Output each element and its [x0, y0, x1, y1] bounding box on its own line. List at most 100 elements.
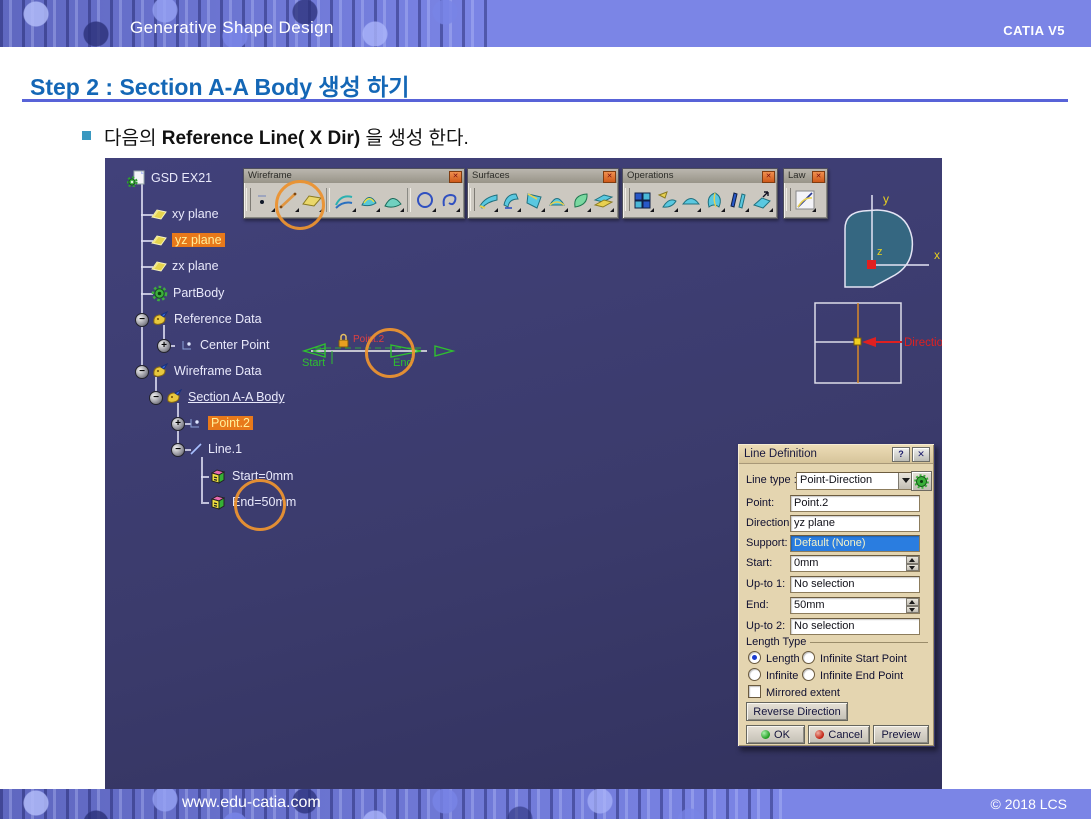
- footer-site-link[interactable]: www.edu-catia.com: [182, 794, 321, 812]
- toolbar-grip[interactable]: [470, 188, 475, 211]
- start-label: Start: [302, 357, 325, 369]
- tree-item-yz-plane[interactable]: yz plane: [151, 231, 225, 249]
- tree-item-root[interactable]: GSD EX21: [127, 169, 212, 187]
- toolbar-titlebar[interactable]: Law ✕: [784, 169, 827, 183]
- boundary-icon[interactable]: [702, 187, 726, 213]
- toolbar-titlebar[interactable]: Surfaces ✕: [468, 169, 618, 183]
- reflect-line-icon[interactable]: [381, 187, 405, 213]
- annotation-circle-end-50mm: [234, 479, 286, 531]
- radio-length[interactable]: Length: [748, 651, 800, 665]
- mirrored-extent-checkbox[interactable]: Mirrored extent: [748, 685, 840, 699]
- upto2-field[interactable]: No selection: [790, 618, 920, 635]
- spinner-up-icon[interactable]: [906, 598, 919, 606]
- tree-item-point2[interactable]: Point.2: [189, 414, 253, 432]
- preview-button[interactable]: Preview: [873, 725, 929, 744]
- helix-icon[interactable]: [437, 187, 461, 213]
- radio-selected-icon[interactable]: [748, 651, 761, 664]
- tree-item-zx-plane[interactable]: zx plane: [151, 257, 219, 275]
- tree-collapse-handle[interactable]: −: [149, 391, 163, 405]
- symmetry-icon[interactable]: [726, 187, 750, 213]
- tree-collapse-handle[interactable]: −: [171, 443, 185, 457]
- title-underline: [22, 99, 1068, 102]
- direction-label: Direction:: [746, 517, 792, 529]
- support-field[interactable]: Default (None): [790, 535, 920, 552]
- tree-item-wireframe-data[interactable]: Wireframe Data: [151, 362, 262, 380]
- annotation-circle-end-arrow: [365, 328, 415, 378]
- toolbar-law[interactable]: Law ✕: [783, 168, 828, 219]
- partbody-gear-icon: [151, 285, 168, 302]
- tree-item-partbody[interactable]: PartBody: [151, 284, 224, 302]
- direction-field[interactable]: yz plane: [790, 515, 920, 532]
- cancel-button[interactable]: Cancel: [808, 725, 870, 744]
- start-field[interactable]: 0mm: [790, 555, 920, 572]
- upto1-field[interactable]: No selection: [790, 576, 920, 593]
- close-icon[interactable]: ✕: [812, 171, 825, 183]
- end-spinner[interactable]: [906, 598, 919, 613]
- close-icon[interactable]: ✕: [603, 171, 616, 183]
- toolbar-surfaces[interactable]: Surfaces ✕: [467, 168, 619, 219]
- line-type-select[interactable]: Point-Direction: [796, 472, 914, 490]
- combine-icon[interactable]: [357, 187, 381, 213]
- radio-infinite-start-point[interactable]: Infinite Start Point: [802, 651, 907, 665]
- point-icon[interactable]: [252, 187, 276, 213]
- plane-icon: [151, 206, 167, 222]
- upto2-label: Up-to 2:: [746, 620, 785, 632]
- end-field[interactable]: 50mm: [790, 597, 920, 614]
- close-icon[interactable]: ✕: [762, 171, 775, 183]
- extrapolate-icon[interactable]: [750, 187, 774, 213]
- toolbar-grip[interactable]: [786, 188, 791, 211]
- circle-icon[interactable]: [413, 187, 437, 213]
- ok-button[interactable]: OK: [746, 725, 805, 744]
- extrude-icon[interactable]: [476, 187, 499, 213]
- group-divider: [810, 642, 928, 643]
- tree-expand-handle[interactable]: +: [171, 417, 185, 431]
- radio-label: Infinite End Point: [820, 670, 903, 682]
- catia-viewport[interactable]: − + − − + − GSD EX21 xy plane: [105, 158, 942, 789]
- offset-icon[interactable]: [592, 187, 615, 213]
- tree-item-line1[interactable]: Line.1: [189, 440, 242, 458]
- tree-item-section-aa-body[interactable]: Section A-A Body: [165, 388, 285, 406]
- toolbar-operations[interactable]: Operations ✕: [622, 168, 778, 219]
- tree-collapse-handle[interactable]: −: [135, 313, 149, 327]
- close-icon[interactable]: ✕: [912, 447, 930, 462]
- toolbar-grip[interactable]: [625, 188, 630, 211]
- checkbox-icon[interactable]: [748, 685, 761, 698]
- split-icon[interactable]: [655, 187, 679, 213]
- line-definition-dialog: Line Definition ? ✕ Line type : Point-Di…: [737, 443, 935, 747]
- tree-collapse-handle[interactable]: −: [135, 365, 149, 379]
- axis-system-button[interactable]: [911, 471, 932, 491]
- radio-icon[interactable]: [802, 651, 815, 664]
- reverse-direction-button[interactable]: Reverse Direction: [746, 702, 848, 721]
- radio-icon[interactable]: [802, 668, 815, 681]
- fill-icon[interactable]: [569, 187, 592, 213]
- point-field[interactable]: Point.2: [790, 495, 920, 512]
- toolbar-titlebar[interactable]: Wireframe ✕: [244, 169, 464, 183]
- help-icon[interactable]: ?: [892, 447, 910, 462]
- join-icon[interactable]: [631, 187, 655, 213]
- spinner-down-icon[interactable]: [906, 564, 919, 572]
- law-icon[interactable]: [792, 187, 817, 213]
- tree-expand-handle[interactable]: +: [157, 339, 171, 353]
- sphere-icon[interactable]: [522, 187, 545, 213]
- radio-infinite[interactable]: Infinite: [748, 668, 798, 682]
- close-icon[interactable]: ✕: [449, 171, 462, 183]
- tree-item-center-point[interactable]: Center Point: [181, 336, 269, 354]
- tree-item-reference-data[interactable]: Reference Data: [151, 310, 262, 328]
- point-icon: [181, 338, 195, 352]
- sweep-icon[interactable]: [546, 187, 569, 213]
- projection-icon[interactable]: [332, 187, 356, 213]
- compass[interactable]: y x z: [815, 183, 942, 303]
- footer-pattern: [0, 789, 786, 819]
- trim-icon[interactable]: [679, 187, 703, 213]
- tree-item-xy-plane[interactable]: xy plane: [151, 205, 219, 223]
- start-spinner[interactable]: [906, 556, 919, 571]
- spinner-up-icon[interactable]: [906, 556, 919, 564]
- toolbar-titlebar[interactable]: Operations ✕: [623, 169, 777, 183]
- toolbar-grip[interactable]: [246, 188, 251, 211]
- upto1-label: Up-to 1:: [746, 578, 785, 590]
- radio-icon[interactable]: [748, 668, 761, 681]
- spinner-down-icon[interactable]: [906, 606, 919, 614]
- radio-infinite-end-point[interactable]: Infinite End Point: [802, 668, 903, 682]
- toolbar-separator: [407, 188, 411, 212]
- revolve-icon[interactable]: [499, 187, 522, 213]
